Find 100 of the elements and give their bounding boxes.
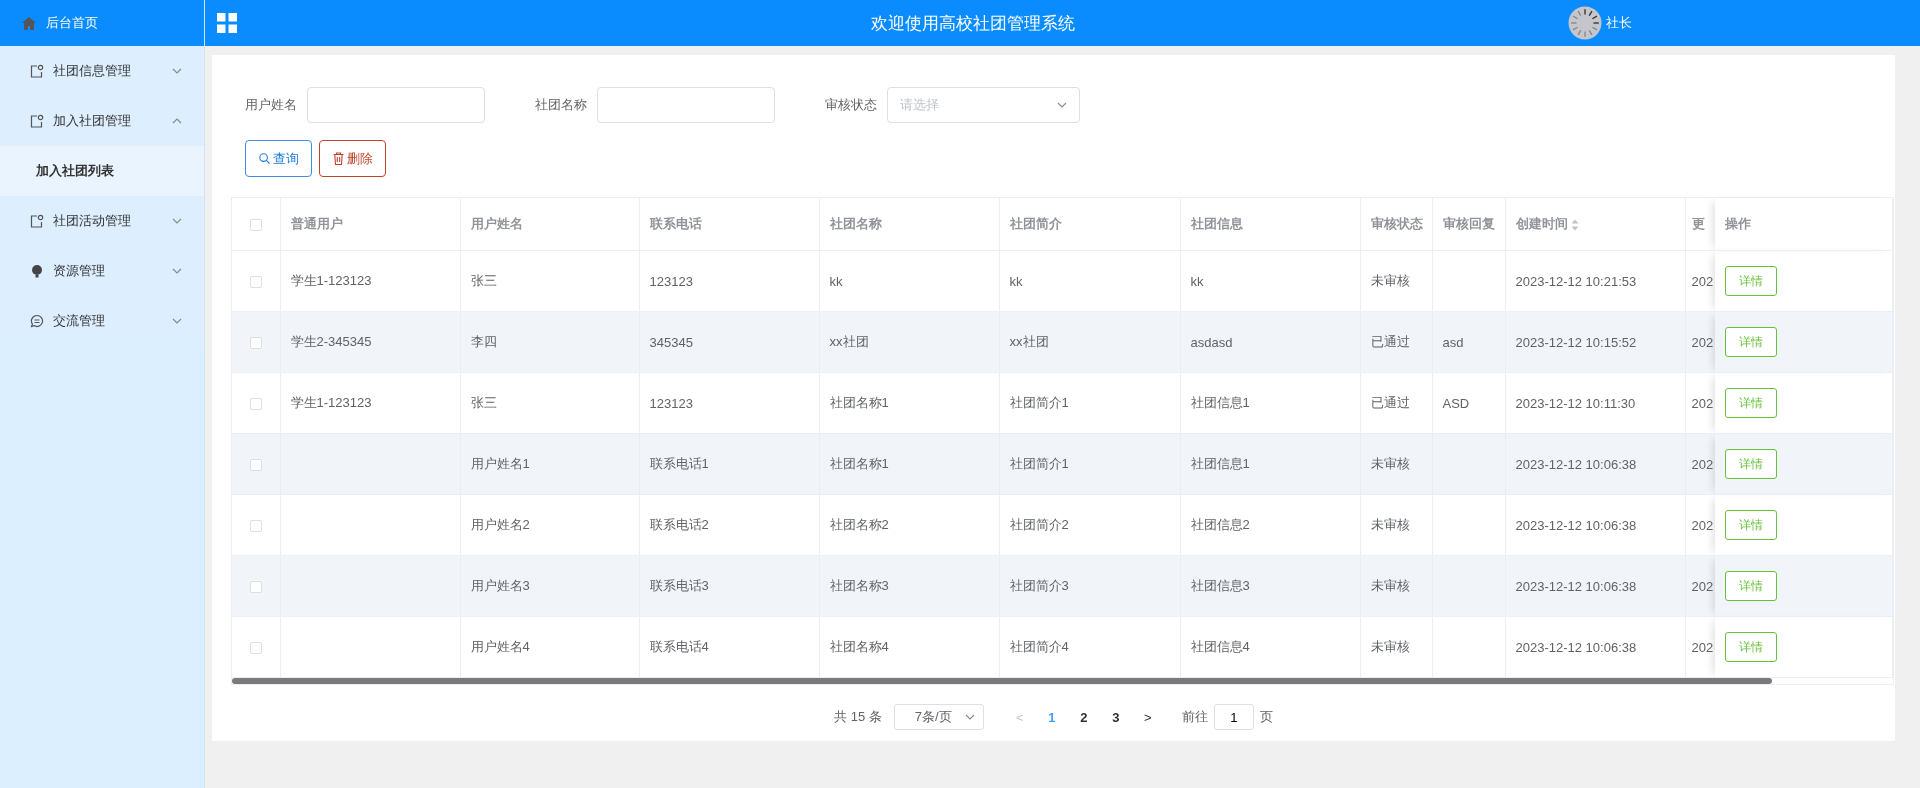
table-cell: asd <box>1442 334 1464 350</box>
checkbox[interactable] <box>249 459 262 472</box>
table-cell: 2023-12-12 10:06:38 <box>1515 456 1637 472</box>
table-cell: 社团信息4 <box>1190 639 1250 654</box>
chat-icon <box>30 314 44 328</box>
table-cell: ASD <box>1442 395 1470 411</box>
table-cell: 202 <box>1691 273 1714 289</box>
table-cell: 联系电话1 <box>649 456 709 471</box>
table-cell: asdasd <box>1190 334 1233 350</box>
column-header: 社团名称 <box>829 216 882 231</box>
checkbox[interactable] <box>249 642 262 655</box>
table-cell: 202 <box>1691 639 1714 655</box>
details-button[interactable]: 详情 <box>1725 449 1777 479</box>
home-icon <box>22 16 36 30</box>
table-cell: 社团信息1 <box>1190 456 1250 471</box>
table-cell: 未审核 <box>1370 273 1410 288</box>
document-icon <box>30 64 44 78</box>
delete-button[interactable]: 删除 <box>319 140 386 177</box>
checkbox[interactable] <box>249 581 262 594</box>
table-cell: 202 <box>1691 517 1714 533</box>
chevron-icon <box>964 712 975 722</box>
text-field[interactable] <box>307 87 485 123</box>
checkbox[interactable] <box>249 337 262 350</box>
table-cell: 202 <box>1691 578 1714 594</box>
column-header: 用户姓名 <box>470 216 523 231</box>
column-header: 普通用户 <box>290 216 343 231</box>
table-cell: 社团简介1 <box>1009 456 1069 471</box>
page-number[interactable]: 3 <box>1099 703 1132 731</box>
table-cell: 联系电话2 <box>649 517 709 532</box>
column-header: 社团信息 <box>1190 216 1243 231</box>
table-cell: 社团简介2 <box>1009 517 1069 532</box>
details-button[interactable]: 详情 <box>1725 632 1777 662</box>
table-cell: 123123 <box>649 273 693 289</box>
chevron-icon <box>1057 100 1067 110</box>
table-cell: 学生1-123123 <box>290 273 372 288</box>
table-cell: 未审核 <box>1370 517 1410 532</box>
goto-label: 前往 <box>1181 708 1208 726</box>
filter-label: 社团名称 <box>535 96 587 114</box>
table-cell: 2023-12-12 10:21:53 <box>1515 273 1637 289</box>
column-header: 操作 <box>1725 216 1751 231</box>
table-cell: 学生1-123123 <box>290 395 372 410</box>
sidebar-home-link[interactable]: 后台首页 <box>0 0 204 46</box>
table-cell: 123123 <box>649 395 693 411</box>
details-button[interactable]: 详情 <box>1725 327 1777 357</box>
goto-suffix: 页 <box>1259 708 1273 726</box>
table-cell: xx社团 <box>1009 334 1049 349</box>
column-header: 审核状态 <box>1370 216 1423 231</box>
table-cell: 用户姓名1 <box>470 456 530 471</box>
table-cell: 202 <box>1691 334 1714 350</box>
table-cell: 社团名称1 <box>829 395 889 410</box>
table-cell: 2023-12-12 10:06:38 <box>1515 639 1637 655</box>
table-cell: 社团名称4 <box>829 639 889 654</box>
checkbox[interactable] <box>249 276 262 289</box>
user-name[interactable]: 社长 <box>1606 14 1632 32</box>
table-cell: xx社团 <box>829 334 869 349</box>
column-header: 审核回复 <box>1442 216 1495 231</box>
details-button[interactable]: 详情 <box>1725 510 1777 540</box>
checkbox[interactable] <box>249 520 262 533</box>
horizontal-scrollbar[interactable] <box>232 678 1772 684</box>
document-icon <box>30 214 44 228</box>
grid-menu-icon[interactable] <box>217 13 237 33</box>
page-number[interactable]: 1 <box>1035 703 1068 731</box>
page-number[interactable]: 2 <box>1067 703 1100 731</box>
table-cell: 社团信息3 <box>1190 578 1250 593</box>
table-cell: 联系电话4 <box>649 639 709 654</box>
page-title: 欢迎使用高校社团管理系统 <box>869 12 1076 35</box>
table-cell: 已通过 <box>1370 395 1410 410</box>
sort-icon[interactable] <box>1571 218 1580 231</box>
sidebar-submenu-item[interactable]: 加入社团列表 <box>0 146 204 196</box>
table-cell: 张三 <box>470 395 497 410</box>
table-cell: 2023-12-12 10:06:38 <box>1515 578 1637 594</box>
search-button[interactable]: 查询 <box>245 140 312 177</box>
checkbox[interactable] <box>249 219 262 232</box>
table-cell: 2023-12-12 10:15:52 <box>1515 334 1637 350</box>
text-field[interactable] <box>597 87 775 123</box>
table-cell: 社团简介1 <box>1009 395 1069 410</box>
column-header: 更 <box>1691 216 1705 231</box>
table-cell: 联系电话3 <box>649 578 709 593</box>
filter-label: 用户姓名 <box>245 96 297 114</box>
column-header: 社团简介 <box>1009 216 1062 231</box>
page-size-select[interactable]: 7条/页 <box>893 704 984 730</box>
details-button[interactable]: 详情 <box>1725 266 1777 296</box>
details-button[interactable]: 详情 <box>1725 571 1777 601</box>
table-cell: 未审核 <box>1370 456 1410 471</box>
table-cell: kk <box>1009 273 1023 289</box>
table-cell: 2023-12-12 10:06:38 <box>1515 517 1637 533</box>
details-button[interactable]: 详情 <box>1725 388 1777 418</box>
checkbox[interactable] <box>249 398 262 411</box>
column-header: 联系电话 <box>649 216 702 231</box>
avatar-icon[interactable] <box>1568 6 1602 40</box>
table-cell: 社团简介3 <box>1009 578 1069 593</box>
table-cell: 社团信息1 <box>1190 395 1250 410</box>
next-page-button[interactable]: > <box>1131 703 1164 731</box>
filter-label: 审核状态 <box>825 96 877 114</box>
column-header[interactable]: 创建时间 <box>1515 216 1568 231</box>
goto-page-field[interactable]: 1 <box>1213 704 1254 730</box>
table-cell: 张三 <box>470 273 497 288</box>
table-cell: 未审核 <box>1370 578 1410 593</box>
lightbulb-icon <box>30 264 44 278</box>
table-cell: 社团名称2 <box>829 517 889 532</box>
